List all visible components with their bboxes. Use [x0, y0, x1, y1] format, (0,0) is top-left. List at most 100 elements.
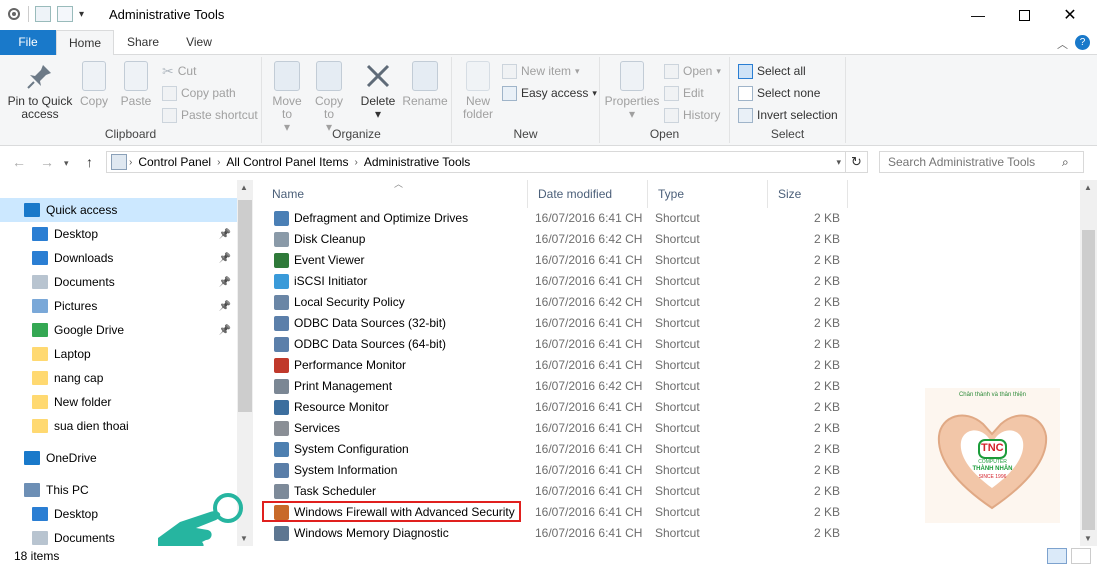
- table-row[interactable]: Resource Monitor 16/07/2016 6:41 CH Shortc…: [262, 397, 852, 418]
- column-date-modified[interactable]: Date modified: [528, 180, 648, 208]
- table-row[interactable]: iSCSI Initiator 16/07/2016 6:41 CH Shortcu…: [262, 271, 852, 292]
- toolbar-divider: [28, 6, 29, 22]
- edit-button[interactable]: Edit: [664, 83, 704, 103]
- nav-scrollbar-thumb[interactable]: [238, 200, 252, 412]
- pin-icon[interactable]: 📌: [219, 229, 231, 240]
- chevron-right-icon[interactable]: ›: [352, 157, 359, 168]
- tab-view[interactable]: View: [176, 30, 222, 55]
- table-row[interactable]: System Information 16/07/2016 6:41 CH Shor…: [262, 460, 852, 481]
- help-icon[interactable]: ?: [1075, 35, 1090, 50]
- delete-label: Delete: [360, 94, 396, 108]
- up-arrow-icon[interactable]: ↑: [86, 154, 93, 170]
- search-icon[interactable]: ⌕: [1062, 155, 1069, 170]
- rename-button[interactable]: Rename: [402, 61, 448, 108]
- nav-item[interactable]: Laptop: [0, 342, 237, 366]
- nav-item[interactable]: Quick access: [0, 198, 237, 222]
- select-none-button[interactable]: Select none: [738, 83, 820, 103]
- collapse-ribbon-icon[interactable]: ︿: [1057, 36, 1068, 52]
- breadcrumb-control-panel[interactable]: Control Panel: [134, 155, 215, 169]
- refresh-icon[interactable]: ↻: [845, 152, 867, 172]
- details-view-icon[interactable]: [1047, 548, 1067, 564]
- tab-share[interactable]: Share: [118, 30, 168, 55]
- invert-selection-button[interactable]: Invert selection: [738, 105, 838, 125]
- easy-access-button[interactable]: Easy access ▾: [502, 83, 597, 103]
- nav-item-label: OneDrive: [46, 451, 97, 465]
- nav-item[interactable]: Documents 📌: [0, 270, 237, 294]
- large-icons-view-icon[interactable]: [1071, 548, 1091, 564]
- nav-item[interactable]: Downloads 📌: [0, 246, 237, 270]
- table-row[interactable]: Task Scheduler 16/07/2016 6:41 CH Shortcut…: [262, 481, 852, 502]
- table-row[interactable]: Local Security Policy 16/07/2016 6:42 CH S…: [262, 292, 852, 313]
- nav-item[interactable]: sua dien thoai: [0, 414, 237, 438]
- new-folder-icon[interactable]: [57, 6, 73, 22]
- new-item-button[interactable]: New item ▾: [502, 61, 580, 81]
- pin-to-quick-access-button[interactable]: Pin to Quick access: [6, 61, 74, 121]
- move-to-button[interactable]: Move to ▾: [268, 61, 306, 134]
- address-dropdown-icon[interactable]: ▾: [836, 157, 841, 168]
- maximize-button[interactable]: [1001, 0, 1047, 30]
- column-name[interactable]: Name: [262, 180, 528, 208]
- table-row[interactable]: System Configuration 16/07/2016 6:41 CH Sh…: [262, 439, 852, 460]
- pin-icon[interactable]: 📌: [219, 301, 231, 312]
- nav-item[interactable]: Google Drive 📌: [0, 318, 237, 342]
- minimize-button[interactable]: —: [955, 0, 1001, 30]
- file-type: Shortcut: [655, 484, 700, 498]
- history-button[interactable]: History: [664, 105, 720, 125]
- file-date: 16/07/2016 6:41 CH: [535, 253, 643, 267]
- tab-home[interactable]: Home: [56, 30, 114, 56]
- properties-icon[interactable]: [6, 6, 22, 22]
- pin-icon[interactable]: 📌: [219, 325, 231, 336]
- tab-file[interactable]: File: [0, 30, 56, 55]
- table-row[interactable]: Windows Memory Diagnostic 16/07/2016 6:41…: [262, 523, 852, 544]
- table-row[interactable]: ODBC Data Sources (32-bit) 16/07/2016 6:4…: [262, 313, 852, 334]
- table-row[interactable]: ODBC Data Sources (64-bit) 16/07/2016 6:4…: [262, 334, 852, 355]
- table-row[interactable]: Print Management 16/07/2016 6:42 CH Shortc…: [262, 376, 852, 397]
- nav-item[interactable]: Desktop 📌: [0, 222, 237, 246]
- scroll-up-icon[interactable]: ▲: [1084, 183, 1092, 192]
- table-row[interactable]: Disk Cleanup 16/07/2016 6:42 CH Shortcut 2 …: [262, 229, 852, 250]
- search-input[interactable]: [879, 151, 1084, 173]
- customize-toolbar-icon[interactable]: ▾: [79, 9, 84, 20]
- nav-item[interactable]: New folder: [0, 390, 237, 414]
- nav-item[interactable]: OneDrive: [0, 446, 237, 470]
- nav-item-label: Google Drive: [54, 323, 125, 337]
- security-policy-icon: [274, 295, 289, 310]
- copy-to-button[interactable]: Copy to ▾: [310, 61, 348, 134]
- column-type[interactable]: Type: [648, 180, 768, 208]
- new-folder-button[interactable]: New folder: [458, 61, 498, 121]
- table-row[interactable]: Event Viewer 16/07/2016 6:41 CH Shortcut 2 …: [262, 250, 852, 271]
- close-button[interactable]: ✕: [1047, 0, 1093, 30]
- chevron-right-icon[interactable]: ›: [215, 157, 222, 168]
- file-type: Shortcut: [655, 337, 700, 351]
- forward-arrow-icon[interactable]: →: [40, 154, 54, 170]
- copy-path-button[interactable]: Copy path: [162, 83, 236, 103]
- properties-button[interactable]: Properties ▾: [602, 61, 662, 121]
- delete-button[interactable]: Delete ▾: [358, 61, 398, 121]
- copy-button[interactable]: Copy: [76, 61, 112, 108]
- table-row[interactable]: Defragment and Optimize Drives 16/07/2016…: [262, 208, 852, 229]
- cut-button[interactable]: ✂ Cut: [162, 61, 196, 81]
- scroll-up-icon[interactable]: ▲: [240, 183, 248, 192]
- select-all-button[interactable]: Select all: [738, 61, 806, 81]
- nav-item[interactable]: nang cap: [0, 366, 237, 390]
- pin-icon[interactable]: 📌: [219, 277, 231, 288]
- breadcrumb-administrative-tools[interactable]: Administrative Tools: [360, 155, 475, 169]
- back-arrow-icon[interactable]: ←: [12, 154, 26, 170]
- chevron-right-icon[interactable]: ›: [127, 157, 134, 168]
- pin-icon[interactable]: 📌: [219, 253, 231, 264]
- table-row[interactable]: Services 16/07/2016 6:41 CH Shortcut 2 KB: [262, 418, 852, 439]
- scroll-down-icon[interactable]: ▼: [1084, 534, 1092, 543]
- paste-shortcut-button[interactable]: Paste shortcut: [162, 105, 258, 125]
- checkbox-icon[interactable]: [35, 6, 51, 22]
- recent-locations-icon[interactable]: ▾: [64, 158, 69, 169]
- address-bar[interactable]: › Control Panel › All Control Panel Item…: [106, 151, 868, 173]
- nav-item[interactable]: Pictures 📌: [0, 294, 237, 318]
- breadcrumb-all-items[interactable]: All Control Panel Items: [222, 155, 352, 169]
- open-button[interactable]: Open ▾: [664, 61, 721, 81]
- table-row[interactable]: Performance Monitor 16/07/2016 6:41 CH Sho…: [262, 355, 852, 376]
- paste-button[interactable]: Paste: [117, 61, 155, 108]
- document-icon: [32, 531, 48, 545]
- column-size[interactable]: Size: [768, 180, 848, 208]
- file-list-scrollbar-thumb[interactable]: [1082, 230, 1095, 530]
- file-list-scrollbar[interactable]: ▲ ▼: [1080, 180, 1097, 546]
